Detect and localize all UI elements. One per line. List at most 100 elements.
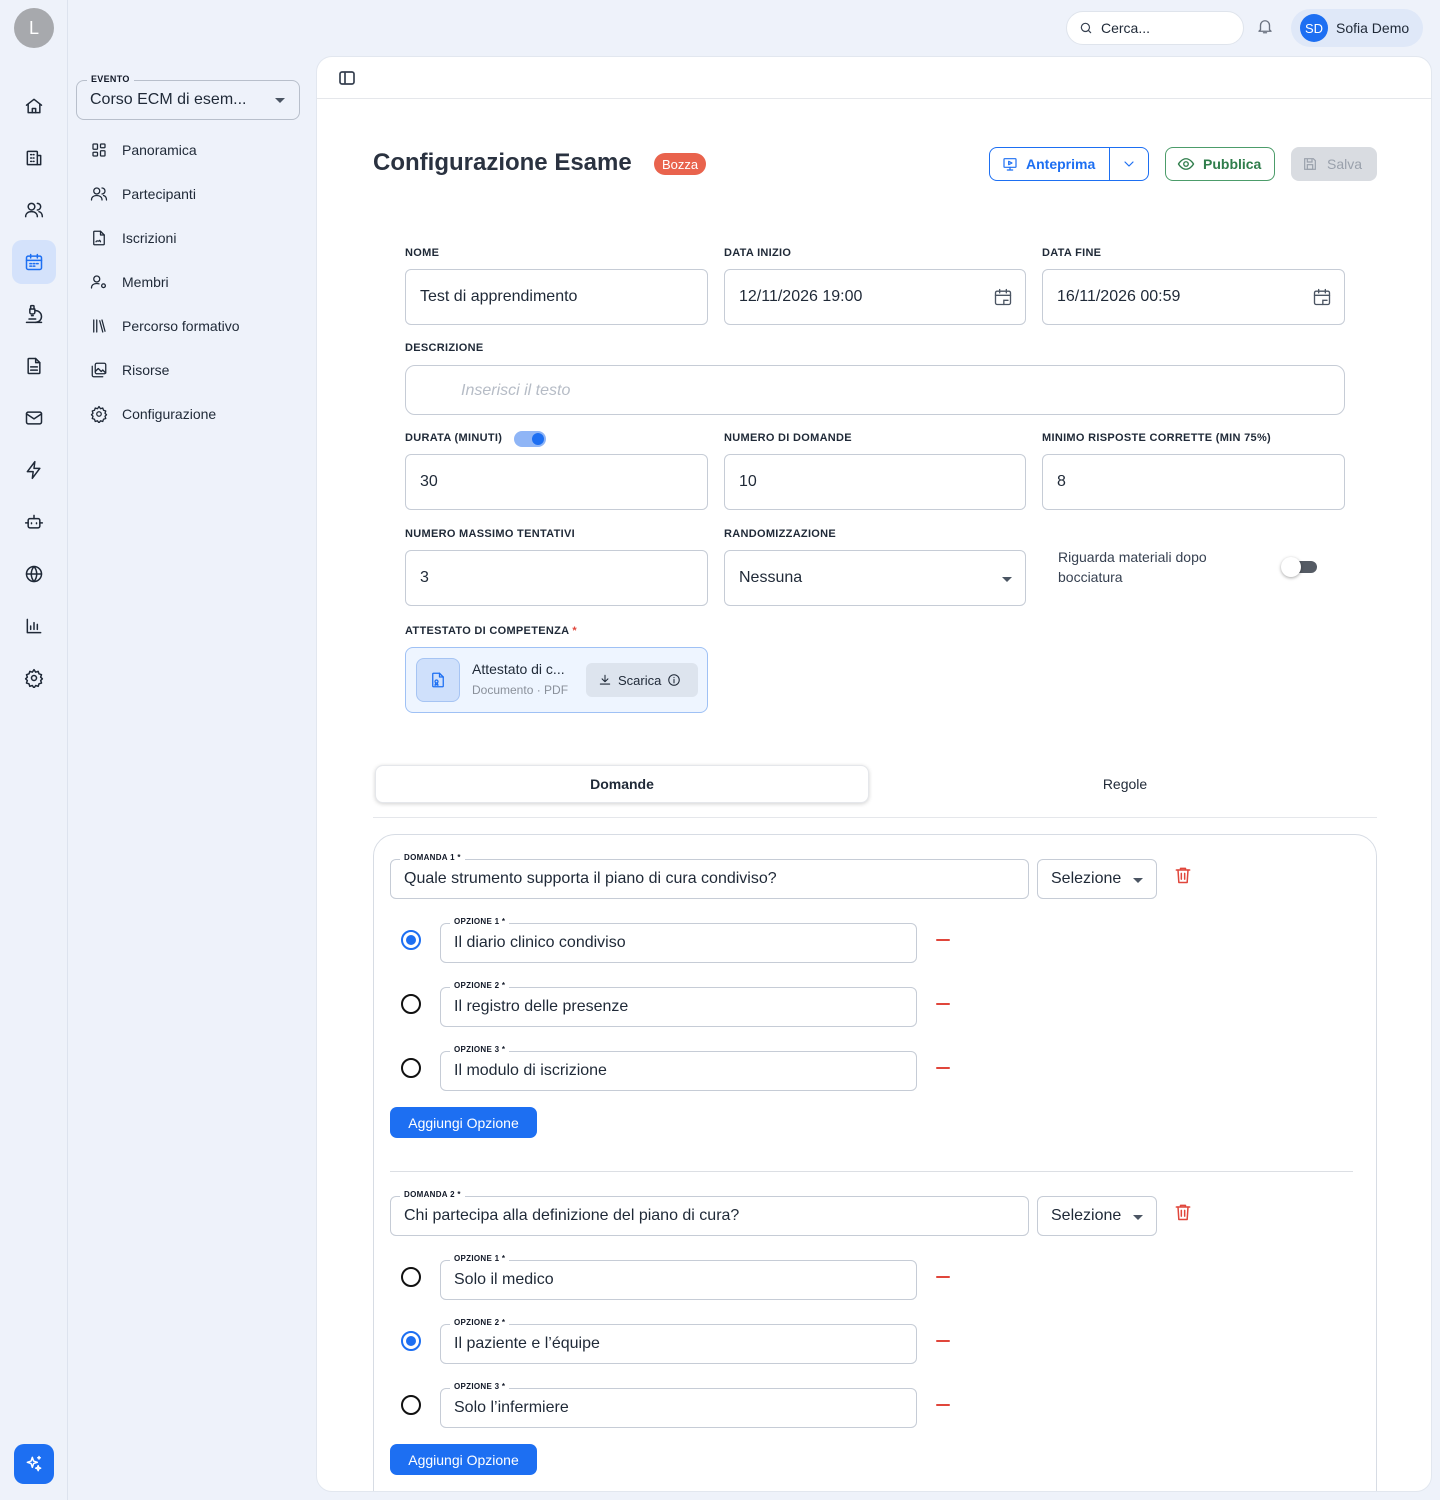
caret-down-icon [1002,577,1012,582]
sidebar-item-percorso-formativo[interactable]: Percorso formativo [90,314,239,338]
tab-domande[interactable]: Domande [375,765,869,803]
save-button[interactable]: Salva [1291,147,1377,181]
option-field[interactable]: OPZIONE 1 * Il diario clinico condiviso [440,917,917,963]
caret-down-icon [1133,878,1143,883]
questions-count-label: NUMERO DI DOMANDE [724,432,852,444]
remove-option-icon[interactable] [936,1067,950,1069]
question-label: DOMANDA 1 * [400,853,465,862]
review-materials-label: Riguarda materiali dopo bocciatura [1058,549,1207,585]
questions-count-field[interactable]: 10 [724,454,1026,510]
chevron-down-icon [1124,161,1134,167]
name-field[interactable]: Test di apprendimento [405,269,708,325]
end-date-value: 16/11/2026 00:59 [1057,288,1181,305]
toggle-knob [532,433,544,445]
max-attempts-field[interactable]: 3 [405,550,708,606]
remove-option-icon[interactable] [936,939,950,941]
correct-option-radio[interactable] [401,1058,421,1078]
bar-chart-icon[interactable] [12,604,56,648]
duration-toggle[interactable] [514,431,546,447]
correct-option-radio[interactable] [401,1395,421,1415]
sidebar-item-panoramica[interactable]: Panoramica [90,138,197,162]
caret-down-icon [275,98,285,103]
question-label: DOMANDA 2 * [400,1190,465,1199]
user-name: Sofia Demo [1336,20,1410,36]
users-icon[interactable] [12,188,56,232]
remove-option-icon[interactable] [936,1340,950,1342]
file-icon [416,658,460,702]
sparkles-icon[interactable] [14,1444,54,1484]
user-menu[interactable]: SD Sofia Demo [1291,9,1423,47]
sidebar-item-configurazione[interactable]: Configurazione [90,402,216,426]
preview-button[interactable]: Anteprima [990,148,1110,180]
microscope-icon[interactable] [12,292,56,336]
robot-icon[interactable] [12,500,56,544]
end-date-field[interactable]: 16/11/2026 00:59 [1042,269,1345,325]
option-field[interactable]: OPZIONE 3 * Il modulo di iscrizione [440,1045,917,1091]
certificate-label: ATTESTATO DI COMPETENZA * [405,625,577,637]
trash-icon[interactable] [1173,1202,1193,1224]
min-correct-field[interactable]: 8 [1042,454,1345,510]
search-input[interactable]: Cerca... [1066,11,1244,45]
tab-regole[interactable]: Regole [875,765,1375,803]
question-field[interactable]: DOMANDA 2 * Chi partecipa alla definizio… [390,1190,1029,1236]
globe-icon[interactable] [12,552,56,596]
document-icon[interactable] [12,344,56,388]
publish-button[interactable]: Pubblica [1165,147,1275,181]
building-icon[interactable] [12,136,56,180]
option-label: OPZIONE 3 * [450,1045,510,1054]
sidebar-item-partecipanti[interactable]: Partecipanti [90,182,196,206]
question-type-select[interactable]: Selezione [1037,859,1157,899]
download-button[interactable]: Scarica [586,663,698,697]
calendar-icon[interactable] [993,287,1015,309]
file-signature-icon [93,230,105,246]
option-label: OPZIONE 3 * [450,1382,510,1391]
correct-option-radio[interactable] [401,1267,421,1287]
sidebar-toggle-icon[interactable] [339,70,355,86]
sidebar-item-label: Percorso formativo [122,318,240,334]
correct-option-radio[interactable] [401,1331,421,1351]
sidebar-item-risorse[interactable]: Risorse [90,358,169,382]
trash-icon[interactable] [1173,865,1193,887]
option-field[interactable]: OPZIONE 3 * Solo l’infermiere [440,1382,917,1428]
review-materials-toggle[interactable] [1281,557,1317,577]
workspace-avatar[interactable]: L [14,8,54,48]
gear-icon[interactable] [12,656,56,700]
duration-field[interactable]: 30 [405,454,708,510]
question-type-select[interactable]: Selezione [1037,1196,1157,1236]
caret-down-icon [1133,1215,1143,1220]
calendar-icon[interactable] [1312,287,1334,309]
end-date-label: DATA FINE [1042,247,1102,259]
max-attempts-value: 3 [420,569,429,586]
preview-button-group: Anteprima [989,147,1149,181]
calendar-icon[interactable] [12,240,56,284]
option-field[interactable]: OPZIONE 2 * Il registro delle presenze [440,981,917,1027]
correct-option-radio[interactable] [401,930,421,950]
correct-option-radio[interactable] [401,994,421,1014]
randomization-select[interactable]: Nessuna [724,550,1026,606]
add-option-button[interactable]: Aggiungi Opzione [390,1444,537,1475]
duration-value: 30 [420,473,438,490]
start-date-value: 12/11/2026 19:00 [739,288,863,305]
description-field[interactable]: Inserisci il testo [405,365,1345,415]
mail-icon[interactable] [12,396,56,440]
start-date-field[interactable]: 12/11/2026 19:00 [724,269,1026,325]
bolt-icon[interactable] [12,448,56,492]
search-placeholder: Cerca... [1101,20,1151,36]
save-label: Salva [1327,156,1363,172]
library-icon [93,319,106,333]
option-field[interactable]: OPZIONE 2 * Il paziente e l’équipe [440,1318,917,1364]
preview-dropdown-button[interactable] [1110,148,1148,180]
sidebar-item-membri[interactable]: Membri [90,270,169,294]
attachment-meta: Documento · PDF [472,683,569,697]
question-type-value: Selezione [1051,870,1122,887]
remove-option-icon[interactable] [936,1003,950,1005]
sidebar-item-iscrizioni[interactable]: Iscrizioni [90,226,176,250]
event-select[interactable]: EVENTO Corso ECM di esem... [76,74,300,120]
bell-icon[interactable] [1256,17,1278,39]
remove-option-icon[interactable] [936,1404,950,1406]
home-icon[interactable] [12,84,56,128]
remove-option-icon[interactable] [936,1276,950,1278]
add-option-button[interactable]: Aggiungi Opzione [390,1107,537,1138]
question-field[interactable]: DOMANDA 1 * Quale strumento supporta il … [390,853,1029,899]
option-field[interactable]: OPZIONE 1 * Solo il medico [440,1254,917,1300]
